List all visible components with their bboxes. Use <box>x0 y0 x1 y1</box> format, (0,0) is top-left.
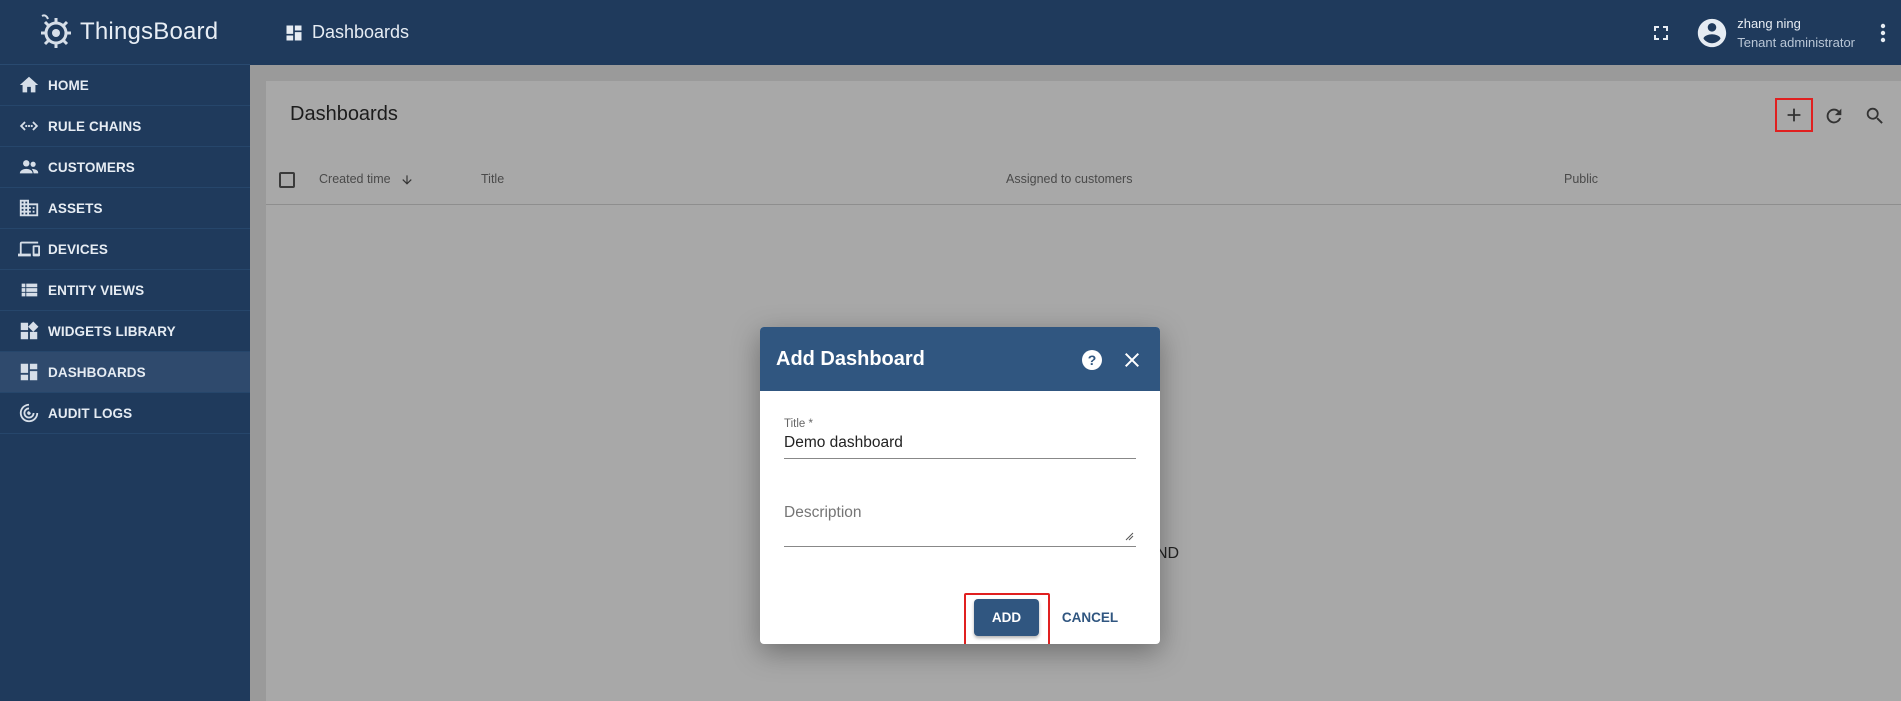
sidebar-item-widgets-library[interactable]: WIDGETS LIBRARY <box>0 311 250 352</box>
sidebar-item-label: WIDGETS LIBRARY <box>48 323 176 339</box>
column-assigned-to-customers[interactable]: Assigned to customers <box>1006 172 1132 186</box>
customers-icon <box>19 160 39 174</box>
dialog-title: Add Dashboard <box>776 347 925 370</box>
refresh-button[interactable] <box>1816 98 1852 134</box>
dashboards-icon <box>20 363 38 381</box>
user-area: zhang ning Tenant administrator <box>1649 0 1901 65</box>
sidebar-item-entity-views[interactable]: ENTITY VIEWS <box>0 270 250 311</box>
entity-views-icon <box>21 283 38 297</box>
title-field-underline <box>784 458 1136 459</box>
account-circle-icon[interactable] <box>1695 16 1729 50</box>
sidebar-item-label: ASSETS <box>48 200 103 216</box>
search-icon <box>1866 107 1883 124</box>
add-dashboard-dialog: Add Dashboard ? Title * Demo dashboard D… <box>760 327 1160 644</box>
search-button[interactable] <box>1857 98 1893 134</box>
fullscreen-icon[interactable] <box>1649 21 1673 45</box>
cancel-button[interactable]: CANCEL <box>1055 599 1125 636</box>
sidebar-item-devices[interactable]: DEVICES <box>0 229 250 270</box>
breadcrumb: Dashboards <box>284 22 409 43</box>
home-icon <box>19 76 39 93</box>
sidebar-item-label: HOME <box>48 77 89 93</box>
sidebar-item-home[interactable]: HOME <box>0 65 250 106</box>
rule-chains-icon <box>19 121 39 131</box>
column-title[interactable]: Title <box>481 172 504 186</box>
user-role: Tenant administrator <box>1737 34 1855 50</box>
top-bar: Dashboards zhang ning Tenant administrat… <box>250 0 1901 65</box>
description-placeholder: Description <box>784 504 862 521</box>
page-title: Dashboards <box>290 103 398 125</box>
description-field[interactable]: Description <box>784 504 1136 547</box>
svg-text:?: ? <box>1088 352 1097 368</box>
add-dashboard-button[interactable] <box>1775 98 1813 132</box>
title-field[interactable]: Title * Demo dashboard <box>784 418 1136 459</box>
sidebar-item-label: CUSTOMERS <box>48 159 135 175</box>
sidebar-nav: HOME RULE CHAINS CUSTOMERS ASSETS DEVICE… <box>0 65 250 434</box>
refresh-icon <box>1826 108 1842 124</box>
widgets-icon <box>20 321 39 340</box>
add-button[interactable]: ADD <box>974 599 1039 636</box>
description-field-underline <box>784 546 1136 547</box>
column-public[interactable]: Public <box>1564 172 1598 186</box>
dashboards-icon <box>286 25 302 40</box>
sidebar-item-assets[interactable]: ASSETS <box>0 188 250 229</box>
sidebar: ThingsBoard HOME RULE CHAINS CUSTOMERS A… <box>0 0 250 701</box>
sidebar-item-label: RULE CHAINS <box>48 118 142 134</box>
select-all-checkbox[interactable] <box>279 172 295 188</box>
user-info[interactable]: zhang ning Tenant administrator <box>1737 16 1855 50</box>
devices-icon <box>18 241 40 257</box>
more-vert-icon[interactable] <box>1873 19 1893 47</box>
title-field-label: Title * <box>784 418 813 430</box>
plus-icon <box>1787 108 1801 122</box>
sidebar-item-label: DASHBOARDS <box>48 364 146 380</box>
sidebar-item-label: ENTITY VIEWS <box>48 282 145 298</box>
resize-handle-icon[interactable] <box>1125 532 1134 541</box>
sidebar-item-label: DEVICES <box>48 241 108 257</box>
sidebar-item-label: AUDIT LOGS <box>48 405 133 421</box>
assets-icon <box>19 199 39 217</box>
column-created-time[interactable]: Created time <box>319 172 414 187</box>
title-field-value[interactable]: Demo dashboard <box>784 434 1136 452</box>
logo[interactable]: ThingsBoard <box>0 0 250 65</box>
sidebar-item-rule-chains[interactable]: RULE CHAINS <box>0 106 250 147</box>
table-header: Created time Title Assigned to customers… <box>266 153 1901 205</box>
close-icon[interactable] <box>1120 348 1144 372</box>
column-label: Created time <box>319 172 391 186</box>
breadcrumb-label: Dashboards <box>312 22 410 42</box>
user-name: zhang ning <box>1737 15 1801 31</box>
sidebar-item-dashboards[interactable]: DASHBOARDS <box>0 352 250 393</box>
sidebar-item-customers[interactable]: CUSTOMERS <box>0 147 250 188</box>
thingsboard-logo-icon <box>41 14 71 48</box>
arrow-down-icon <box>402 175 412 185</box>
app-name: ThingsBoard <box>80 18 219 45</box>
audit-logs-icon <box>19 403 39 423</box>
help-icon[interactable]: ? <box>1080 348 1104 372</box>
sidebar-item-audit-logs[interactable]: AUDIT LOGS <box>0 393 250 434</box>
